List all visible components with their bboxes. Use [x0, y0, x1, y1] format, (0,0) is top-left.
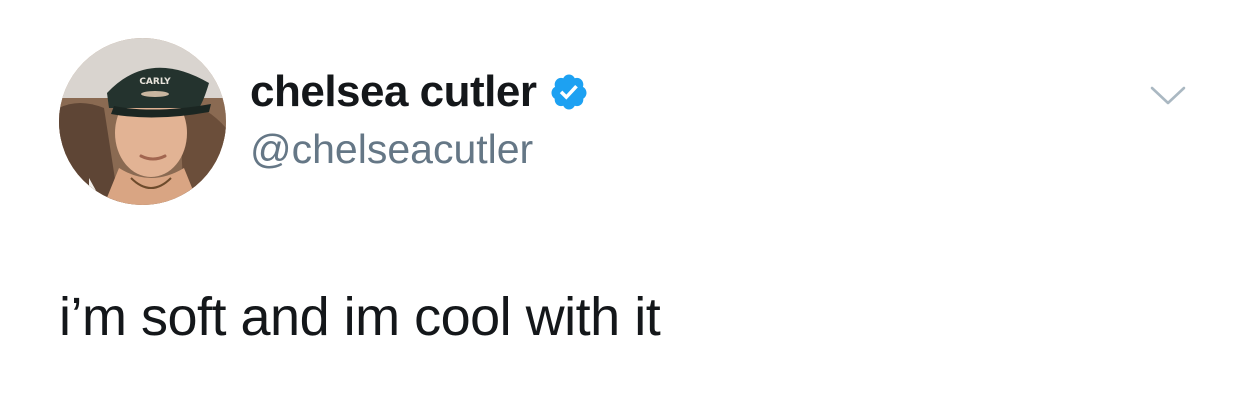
avatar[interactable]: CARLY — [59, 38, 226, 205]
chevron-down-icon[interactable] — [1148, 80, 1188, 110]
avatar-cap-text: CARLY — [139, 77, 171, 87]
tweet-text: i’m soft and im cool with it — [59, 287, 661, 347]
avatar-photo: CARLY — [59, 38, 226, 205]
author-handle[interactable]: @chelseacutler — [250, 122, 533, 176]
author-name-row: chelsea cutler — [250, 64, 589, 120]
verified-badge-icon — [549, 72, 589, 112]
tweet-card: CARLY chelsea cutler @chelseacutler i’m … — [0, 0, 1241, 413]
display-name[interactable]: chelsea cutler — [250, 64, 537, 120]
